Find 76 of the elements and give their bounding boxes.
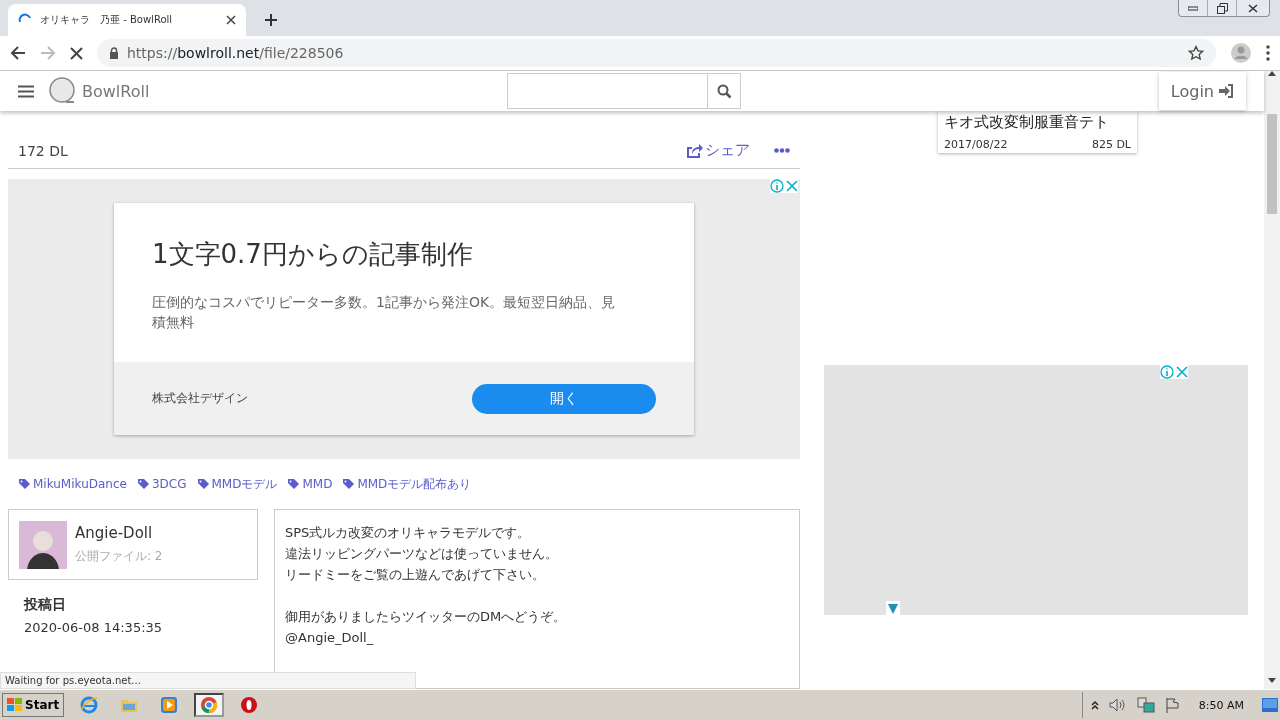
tag-icon [18,478,31,490]
avatar [19,520,67,569]
ad-card[interactable]: 1文字0.7円からの記事制作 圧倒的なコスパでリピーター多数。1記事から発注OK。最短翌日納品、見積無料 株式会社デザイン 開く [114,203,694,435]
scroll-down-icon[interactable] [1268,678,1276,683]
clock[interactable]: 8:50 AM [1198,698,1244,712]
star-icon[interactable] [1188,45,1204,61]
tag-icon [287,478,301,490]
restore-icon[interactable] [1216,2,1228,14]
address-bar[interactable]: https://bowlroll.net/file/228506 [97,39,1216,67]
profile-icon[interactable] [1230,42,1252,64]
close-icon[interactable] [1248,3,1258,13]
url-path: /file/228506 [259,45,344,61]
tag-link[interactable]: MMDモデル配布あり [342,475,472,493]
description-line: SPS式ルカ改変のオリキャラモデルです。 [285,524,532,542]
scroll-thumb[interactable] [1267,114,1277,214]
chevron-up-icon[interactable] [1090,700,1099,710]
share-link[interactable]: シェア [686,119,750,160]
tag-icon [196,478,210,490]
description-line: @Angie_Doll_ [285,629,375,647]
scrollbar[interactable] [1264,71,1280,689]
file-title: キオ式改変制服重音テト [944,113,1110,132]
info-icon[interactable] [1160,365,1174,379]
url-host: bowlroll.net [177,45,260,61]
login-icon [1218,84,1234,98]
login-button[interactable]: Login [1158,72,1246,110]
opera-icon[interactable] [240,696,259,714]
tab-title: オリキャラ 乃亜 - BowlRoll [40,13,174,27]
lock-icon [109,47,119,59]
file-card[interactable]: キオ式改変制服重音テト 2017/08/22 825 DL [938,111,1137,153]
description-line: 違法リッピングパーツなどは使っていません。 [285,545,559,563]
author-card[interactable]: Angie-Doll 公開ファイル: 2 [8,509,258,580]
download-count: 172 DL [18,141,68,159]
posted-label: 投稿日 [24,596,67,614]
posted-date: 2020-06-08 14:35:35 [24,620,164,635]
public-files-count: 公開ファイル: 2 [75,548,163,565]
tag-link[interactable]: MMD [287,475,333,493]
browser-tab[interactable]: オリキャラ 乃亜 - BowlRoll [8,4,246,36]
new-tab-icon[interactable] [264,13,278,27]
tag-link[interactable]: 3DCG [136,475,187,493]
site-logo[interactable]: BowlRoll [82,81,150,101]
tag-icon [136,478,150,490]
chrome-icon[interactable] [200,696,219,714]
media-player-icon[interactable] [160,696,179,714]
info-icon[interactable] [770,179,784,193]
tag-link[interactable]: MikuMikuDance [18,475,127,493]
menu-icon[interactable] [18,84,34,98]
speaker-icon[interactable] [1108,698,1127,712]
ad-text: 圧倒的なコスパでリピーター多数。1記事から発注OK。最短翌日納品、見積無料 [152,293,617,332]
share-icon [686,142,703,159]
ad-badge-icon[interactable] [886,601,900,615]
description-line: 御用がありましたらツイッターのDMへどうぞ。 [285,608,568,626]
search-icon [716,83,732,99]
tag-icon [342,478,356,490]
start-button[interactable]: Start [2,693,65,717]
stop-icon[interactable] [70,46,83,60]
back-icon[interactable] [10,45,26,61]
network-icon[interactable] [1136,697,1155,713]
url-scheme: https:// [127,45,178,61]
menu-icon[interactable] [1266,45,1270,61]
more-icon [774,148,790,153]
scroll-up-icon[interactable] [1268,71,1276,76]
file-downloads: 825 DL [1091,138,1131,151]
tag-link[interactable]: MMDモデル [196,475,278,493]
status-text: Waiting for ps.eyeota.net... [0,672,416,689]
advertiser-name: 株式会社デザイン [152,390,248,407]
author-name[interactable]: Angie-Doll [75,524,163,542]
minimize-icon[interactable] [1188,5,1198,11]
open-button[interactable]: 開く [472,383,656,414]
windows-logo-icon [7,698,23,712]
file-date: 2017/08/22 [944,138,1008,151]
ad-headline: 1文字0.7円からの記事制作 [152,238,474,271]
close-icon[interactable] [226,15,236,25]
logo-icon [48,76,78,106]
search-field[interactable] [507,73,742,109]
description-line: リードミーをご覧の上遊んであげて下さい。 [285,566,546,584]
flag-icon[interactable] [1164,697,1181,713]
